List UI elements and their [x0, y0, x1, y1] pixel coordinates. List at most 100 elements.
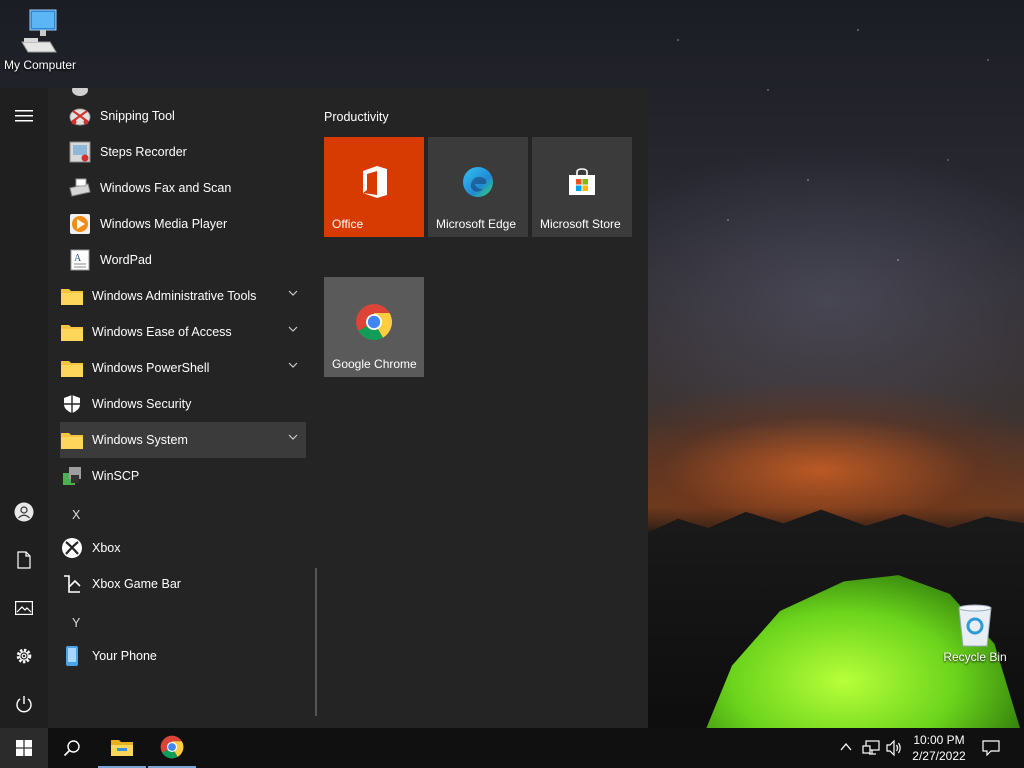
desktop-icon-recycle-bin[interactable]: Recycle Bin: [935, 602, 1015, 664]
app-item-label: Xbox Game Bar: [92, 577, 181, 591]
search-icon: [63, 740, 80, 757]
app-item-winscp[interactable]: WinSCP: [60, 458, 306, 494]
settings-button[interactable]: [0, 636, 48, 676]
app-item-label: WordPad: [100, 253, 152, 267]
chevron-down-icon[interactable]: [288, 290, 298, 296]
windows-start-icon: [16, 740, 32, 756]
app-item-xbox[interactable]: Xbox: [60, 530, 306, 566]
app-item-label: Windows PowerShell: [92, 361, 210, 375]
app-item-label: Steps Recorder: [100, 145, 187, 159]
taskbar-google-chrome[interactable]: [148, 728, 196, 768]
recycle-bin-icon: [958, 604, 992, 647]
app-item-windows-ease-of-access[interactable]: Windows Ease of Access: [60, 314, 306, 350]
start-menu: Snipping Tool Steps Recorder Windows Fax…: [0, 88, 648, 728]
search-button[interactable]: [48, 728, 96, 768]
edge-icon: [463, 167, 493, 197]
tile-microsoft-edge[interactable]: Microsoft Edge: [428, 137, 528, 237]
app-item-label: WinSCP: [92, 469, 140, 483]
app-item-steps-recorder[interactable]: Steps Recorder: [68, 134, 306, 170]
xbox-icon: [60, 536, 84, 560]
user-account-button[interactable]: [0, 492, 48, 532]
pictures-button[interactable]: [0, 588, 48, 628]
app-item-label: Windows Fax and Scan: [100, 181, 232, 195]
chevron-down-icon[interactable]: [288, 362, 298, 368]
wordpad-icon: A: [68, 248, 92, 272]
hamburger-menu-icon: [15, 110, 33, 122]
folder-icon: [60, 284, 84, 308]
tile-office[interactable]: Office: [324, 137, 424, 237]
app-list: Snipping Tool Steps Recorder Windows Fax…: [48, 88, 316, 728]
steps-recorder-icon: [68, 140, 92, 164]
tile-google-chrome[interactable]: Google Chrome: [324, 277, 424, 377]
action-center-icon: [982, 740, 1000, 756]
app-item-windows-fax-and-scan[interactable]: Windows Fax and Scan: [68, 170, 306, 206]
chevron-up-icon[interactable]: [840, 742, 852, 752]
shield-icon: [60, 392, 84, 416]
app-item-windows-powershell[interactable]: Windows PowerShell: [60, 350, 306, 386]
start-rail: [0, 88, 48, 728]
folder-icon: [60, 356, 84, 380]
taskbar-clock[interactable]: 10:00 PM 2/27/2022: [906, 732, 972, 764]
taskbar-file-explorer[interactable]: [98, 728, 146, 768]
app-item-label: Xbox: [92, 541, 121, 555]
power-button[interactable]: [0, 684, 48, 724]
pictures-icon: [15, 601, 33, 615]
chrome-icon: [160, 735, 184, 759]
clock-time: 10:00 PM: [913, 733, 965, 747]
store-icon: [569, 168, 595, 195]
fax-scan-icon: [68, 176, 92, 200]
svg-text:A: A: [74, 253, 82, 264]
wallpaper-stars: [648, 0, 1024, 468]
winscp-icon: [60, 464, 84, 488]
office-icon: [363, 166, 387, 198]
clock-date: 2/27/2022: [912, 749, 966, 763]
action-center-button[interactable]: [968, 728, 1014, 768]
xbox-game-bar-icon: [60, 572, 84, 596]
tile-label: Microsoft Store: [540, 217, 621, 231]
documents-icon: [17, 551, 31, 569]
snipping-tool-icon: [68, 104, 92, 128]
desktop-icon-label: Recycle Bin: [943, 650, 1007, 664]
desktop-icon-label: My Computer: [3, 58, 77, 72]
app-item-windows-administrative-tools[interactable]: Windows Administrative Tools: [60, 278, 306, 314]
desktop-icon-my-computer[interactable]: My Computer: [0, 8, 80, 72]
tile-group-title: Productivity: [324, 110, 389, 124]
folder-icon: [60, 428, 84, 452]
app-item-windows-media-player[interactable]: Windows Media Player: [68, 206, 306, 242]
app-item-wordpad[interactable]: A WordPad: [68, 242, 306, 278]
app-item-label: Your Phone: [92, 649, 157, 663]
volume-icon[interactable]: [886, 740, 904, 756]
start-button[interactable]: [0, 728, 48, 768]
tile-label: Microsoft Edge: [436, 217, 517, 231]
chevron-down-icon[interactable]: [288, 326, 298, 332]
app-item-windows-security[interactable]: Windows Security: [60, 386, 306, 422]
chrome-icon: [356, 304, 393, 341]
app-item-label: Windows Security: [92, 397, 192, 411]
documents-button[interactable]: [0, 540, 48, 580]
phone-icon: [60, 644, 84, 668]
app-item-label: Windows Media Player: [100, 217, 228, 231]
app-item-windows-system[interactable]: Windows System: [60, 422, 306, 458]
app-item-label: Snipping Tool: [100, 109, 175, 123]
user-account-icon: [14, 502, 34, 522]
expand-menu-button[interactable]: [0, 96, 48, 136]
section-letter-y[interactable]: Y: [72, 616, 80, 630]
chevron-down-icon[interactable]: [288, 434, 298, 440]
tile-label: Google Chrome: [332, 357, 417, 371]
tiles-panel: Productivity Office Microsoft Edge Micro…: [316, 88, 648, 728]
app-item-label: Windows System: [92, 433, 188, 447]
section-letter-x[interactable]: X: [72, 508, 80, 522]
tile-label: Office: [332, 217, 364, 231]
power-icon: [16, 696, 32, 713]
taskbar: 10:00 PM 2/27/2022: [0, 728, 1024, 768]
computer-icon: [21, 9, 57, 53]
folder-icon: [60, 320, 84, 344]
app-item-snipping-tool[interactable]: Snipping Tool: [68, 98, 306, 134]
app-item-your-phone[interactable]: Your Phone: [60, 638, 306, 674]
app-item-label: Windows Administrative Tools: [92, 289, 257, 303]
network-icon[interactable]: [862, 740, 880, 756]
app-item-xbox-game-bar[interactable]: Xbox Game Bar: [60, 566, 306, 602]
settings-icon: [16, 648, 32, 664]
tile-microsoft-store[interactable]: Microsoft Store: [532, 137, 632, 237]
file-explorer-icon: [111, 740, 133, 756]
